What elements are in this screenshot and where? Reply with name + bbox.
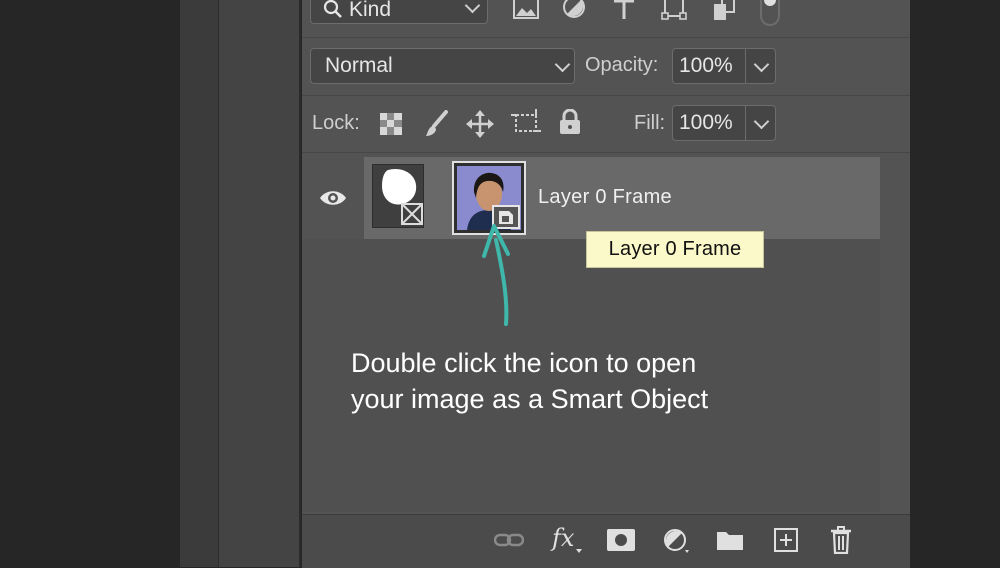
kind-label: Kind (349, 0, 392, 22)
side-dock (219, 0, 301, 567)
toolbar-strip (180, 0, 219, 567)
trash-icon[interactable] (830, 526, 852, 554)
opacity-label: Opacity: (585, 54, 659, 76)
divider (302, 152, 910, 153)
frame-shape-icon (382, 168, 423, 225)
lock-label: Lock: (312, 112, 360, 134)
eye-icon[interactable] (319, 188, 347, 208)
right-gutter (910, 0, 1000, 567)
lock-move-icon[interactable] (466, 110, 494, 138)
search-icon (323, 0, 342, 18)
shape-filter-icon[interactable] (661, 0, 687, 20)
fill-field[interactable]: 100% (672, 105, 776, 141)
layers-footer: fx (302, 514, 910, 568)
pixel-layer-filter-icon[interactable] (513, 0, 539, 20)
scroll-gutter (880, 157, 910, 512)
instruction-line-1: Double click the icon to open (351, 348, 697, 378)
divider (302, 95, 910, 96)
instruction-text: Double click the icon to open your image… (351, 345, 831, 417)
chevron-down-icon[interactable] (753, 113, 770, 130)
kind-filter-select[interactable]: Kind (310, 0, 488, 24)
toggle-knob (764, 0, 776, 6)
visibility-cell[interactable] (302, 157, 365, 239)
instruction-line-2: your image as a Smart Object (351, 384, 709, 414)
frame-mask-thumbnail[interactable] (372, 164, 424, 228)
opacity-field[interactable]: 100% (672, 48, 776, 84)
layer-tooltip: Layer 0 Frame (586, 231, 764, 268)
blend-mode-select[interactable]: Normal (310, 48, 575, 84)
mask-icon[interactable] (607, 529, 635, 551)
filter-toggle[interactable] (760, 0, 780, 26)
lock-brush-icon[interactable] (424, 110, 450, 138)
annotation-arrow (482, 224, 510, 326)
chevron-down-icon (464, 0, 481, 14)
layer-name[interactable]: Layer 0 Frame (538, 186, 672, 209)
adjustment-filter-icon[interactable] (562, 0, 586, 20)
blend-mode-value: Normal (325, 54, 393, 77)
new-layer-icon[interactable] (774, 528, 798, 552)
lock-transparent-icon[interactable] (380, 113, 402, 135)
fill-value[interactable]: 100% (679, 111, 733, 135)
fx-icon[interactable]: fx (552, 524, 574, 552)
opacity-value[interactable]: 100% (679, 54, 733, 78)
chevron-down-icon (554, 56, 571, 73)
link-icon[interactable] (494, 532, 524, 548)
divider (302, 37, 910, 38)
type-filter-icon[interactable] (612, 0, 636, 20)
folder-icon[interactable] (716, 529, 744, 551)
lock-artboard-icon[interactable] (511, 109, 541, 137)
lock-all-icon[interactable] (559, 109, 581, 135)
fill-label: Fill: (634, 112, 666, 134)
canvas-area (0, 0, 180, 567)
smart-object-filter-icon[interactable] (712, 0, 736, 22)
chevron-down-icon[interactable] (753, 56, 770, 73)
adjustment-icon[interactable] (663, 528, 689, 554)
